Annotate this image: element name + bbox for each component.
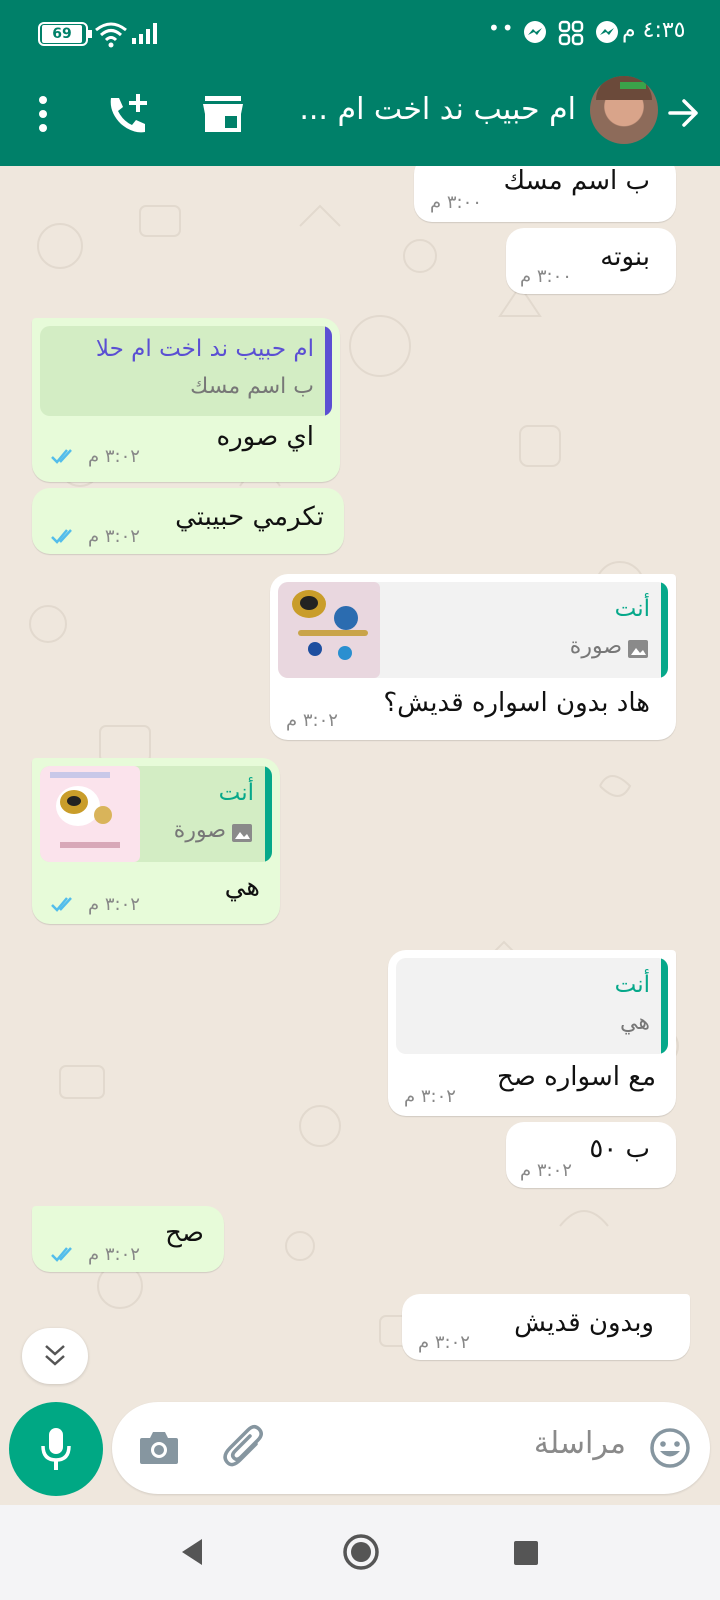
quote-text: صورة xyxy=(173,818,226,843)
home-nav-icon[interactable] xyxy=(342,1533,380,1571)
image-icon xyxy=(628,640,648,658)
quoted-message[interactable]: أنت صورة xyxy=(40,766,272,862)
quote-sender: أنت xyxy=(218,780,254,806)
quote-bar xyxy=(325,326,332,416)
message-text: مع اسواره صح xyxy=(497,1062,656,1092)
read-ticks-icon xyxy=(51,449,72,464)
clock: ٤:٣٥ م xyxy=(622,18,686,43)
message-time: ٣:٠٢ م xyxy=(88,446,140,467)
message-text: ب ٥٠ xyxy=(589,1134,650,1164)
mic-icon xyxy=(41,1428,71,1470)
message-time: ٣:٠٢ م xyxy=(88,526,140,547)
message-text: ب اسم مسك xyxy=(503,166,650,196)
message-text: بنوته xyxy=(600,242,650,272)
wifi-icon xyxy=(95,22,127,48)
message-bubble-incoming[interactable]: ب اسم مسك ٣:٠٠ م xyxy=(414,166,676,222)
message-time: ٣:٠٢ م xyxy=(520,1160,572,1181)
camera-icon[interactable] xyxy=(138,1428,180,1466)
quote-bar xyxy=(265,766,272,862)
message-text: هاد بدون اسواره قديش؟ xyxy=(383,688,650,718)
contact-name[interactable]: ام حبيب ند اخت ام ... xyxy=(280,92,576,127)
apps-icon xyxy=(558,20,584,46)
battery-indicator: 69 xyxy=(38,22,92,46)
chat-header: ام حبيب ند اخت ام ... xyxy=(0,70,720,166)
voice-record-button[interactable] xyxy=(9,1402,103,1496)
message-bubble-outgoing[interactable]: ام حبيب ند اخت ام حلا ب اسم مسك اي صوره … xyxy=(32,318,340,482)
message-input[interactable]: مراسلة xyxy=(534,1426,626,1461)
chat-area[interactable]: ب اسم مسك ٣:٠٠ م بنوته ٣:٠٠ م ام حبيب ند… xyxy=(0,166,720,1406)
quoted-image-thumbnail xyxy=(40,766,140,862)
read-ticks-icon xyxy=(51,897,72,912)
message-time: ٣:٠٢ م xyxy=(88,894,140,915)
message-time: ٣:٠٢ م xyxy=(418,1332,470,1353)
emoji-icon[interactable] xyxy=(648,1426,692,1470)
image-icon xyxy=(232,824,252,842)
status-dots: •• xyxy=(488,16,516,40)
message-text: اي صوره xyxy=(216,422,314,452)
message-bubble-incoming[interactable]: بنوته ٣:٠٠ م xyxy=(506,228,676,294)
add-call-icon[interactable] xyxy=(105,92,151,136)
quote-sender: أنت xyxy=(614,972,650,998)
messenger-icon xyxy=(524,21,546,43)
quote-text: هي xyxy=(620,1010,650,1035)
store-icon[interactable] xyxy=(202,94,244,134)
message-bubble-incoming[interactable]: أنت صورة هاد بدون اسواره قديش؟ ٣:٠٢ م xyxy=(270,574,676,740)
message-time: ٣:٠٢ م xyxy=(286,710,338,731)
messenger-icon-2 xyxy=(596,21,618,43)
quote-sender: ام حبيب ند اخت ام حلا xyxy=(95,336,314,362)
back-nav-icon[interactable] xyxy=(178,1537,206,1567)
message-bubble-incoming[interactable]: وبدون قديش ٣:٠٢ م xyxy=(402,1294,690,1360)
battery-level: 69 xyxy=(42,25,82,43)
message-bubble-outgoing[interactable]: تكرمي حبيبتي ٣:٠٢ م xyxy=(32,488,344,554)
quote-sender: أنت xyxy=(614,596,650,622)
message-time: ٣:٠٠ م xyxy=(520,266,572,287)
quoted-message[interactable]: أنت هي xyxy=(396,958,668,1054)
quoted-message[interactable]: ام حبيب ند اخت ام حلا ب اسم مسك xyxy=(40,326,332,416)
message-bubble-outgoing[interactable]: أنت صورة هي ٣:٠٢ م xyxy=(32,758,280,924)
system-nav-bar xyxy=(0,1505,720,1600)
back-arrow-icon[interactable] xyxy=(666,96,700,130)
quote-text: ب اسم مسك xyxy=(190,374,314,399)
quoted-image-thumbnail xyxy=(278,582,380,678)
double-chevron-down-icon xyxy=(45,1345,65,1366)
signal-icon xyxy=(132,23,157,44)
status-bar: 69 •• ٤:٣٥ م xyxy=(0,0,720,70)
quote-bar xyxy=(661,582,668,678)
message-text: هي xyxy=(224,872,260,902)
message-bubble-outgoing[interactable]: صح ٣:٠٢ م xyxy=(32,1206,224,1272)
message-bubble-incoming[interactable]: أنت هي مع اسواره صح ٣:٠٢ م xyxy=(388,950,676,1116)
message-time: ٣:٠٢ م xyxy=(404,1086,456,1107)
message-text: تكرمي حبيبتي xyxy=(175,502,324,532)
read-ticks-icon xyxy=(51,529,72,544)
quote-bar xyxy=(661,958,668,1054)
attach-icon[interactable] xyxy=(222,1424,266,1472)
quoted-message[interactable]: أنت صورة xyxy=(278,582,668,678)
recents-nav-icon[interactable] xyxy=(513,1540,539,1566)
message-composer[interactable]: مراسلة xyxy=(112,1402,710,1494)
message-time: ٣:٠٢ م xyxy=(88,1244,140,1265)
scroll-to-bottom-button[interactable] xyxy=(22,1328,88,1384)
message-bubble-incoming[interactable]: ب ٥٠ ٣:٠٢ م xyxy=(506,1122,676,1188)
message-text: صح xyxy=(165,1218,204,1248)
avatar[interactable] xyxy=(590,76,658,144)
message-time: ٣:٠٠ م xyxy=(430,192,482,213)
message-text: وبدون قديش xyxy=(514,1308,654,1338)
quote-text: صورة xyxy=(569,634,622,659)
read-ticks-icon xyxy=(51,1247,72,1262)
more-vert-icon[interactable] xyxy=(30,92,56,136)
